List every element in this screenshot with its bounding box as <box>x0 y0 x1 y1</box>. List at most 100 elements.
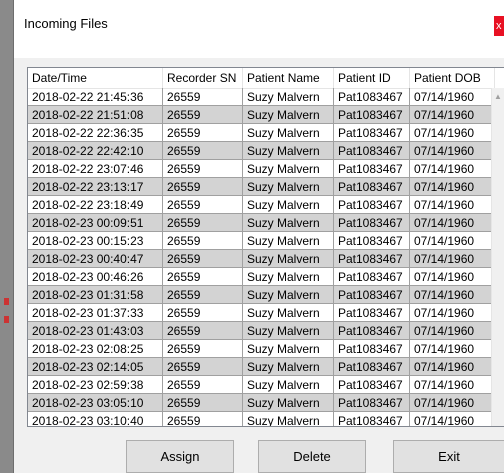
background-marker <box>4 316 9 323</box>
table-cell: 2018-02-23 02:14:05 <box>28 358 163 376</box>
scroll-up-icon[interactable]: ▲ <box>494 92 502 101</box>
table-cell: 2018-02-23 02:59:38 <box>28 376 163 394</box>
table-row[interactable]: 2018-02-23 01:43:03 26559 Suzy Malvern Pat1… <box>28 322 504 340</box>
table-row[interactable]: 2018-02-22 23:07:46 26559 Suzy Malvern Pat1… <box>28 160 504 178</box>
column-header-patient-name[interactable]: Patient Name <box>243 68 334 88</box>
table-row[interactable]: 2018-02-23 00:46:26 26559 Suzy Malvern Pat1… <box>28 268 504 286</box>
table-cell: Suzy Malvern <box>243 412 334 426</box>
table-cell: Suzy Malvern <box>243 322 334 340</box>
table-cell: 07/14/1960 <box>410 322 495 340</box>
table-cell: 07/14/1960 <box>410 286 495 304</box>
table-cell: 07/14/1960 <box>410 340 495 358</box>
table-row[interactable]: 2018-02-22 23:18:49 26559 Suzy Malvern Pat1… <box>28 196 504 214</box>
table-row[interactable]: 2018-02-23 01:37:33 26559 Suzy Malvern Pat1… <box>28 304 504 322</box>
table-cell: 26559 <box>163 340 243 358</box>
table-cell: 2018-02-22 21:45:36 <box>28 88 163 106</box>
table-cell: 26559 <box>163 160 243 178</box>
table-row[interactable]: 2018-02-22 22:42:10 26559 Suzy Malvern Pat1… <box>28 142 504 160</box>
window-title: Incoming Files <box>24 16 108 31</box>
vertical-scrollbar[interactable]: ▲ <box>491 88 504 426</box>
exit-button[interactable]: Exit <box>393 440 504 473</box>
table-cell: 07/14/1960 <box>410 160 495 178</box>
table-cell: Pat1083467 <box>334 124 410 142</box>
table-cell: Pat1083467 <box>334 106 410 124</box>
table-cell: Suzy Malvern <box>243 268 334 286</box>
table-cell: 07/14/1960 <box>410 412 495 426</box>
column-header-patient-dob[interactable]: Patient DOB <box>410 68 495 88</box>
table-cell: 07/14/1960 <box>410 268 495 286</box>
table-cell: Pat1083467 <box>334 88 410 106</box>
table-cell: 2018-02-23 03:05:10 <box>28 394 163 412</box>
table-cell: 2018-02-22 23:18:49 <box>28 196 163 214</box>
table-cell: 2018-02-22 23:07:46 <box>28 160 163 178</box>
table-cell: Pat1083467 <box>334 286 410 304</box>
table-cell: Pat1083467 <box>334 196 410 214</box>
table-row[interactable]: 2018-02-23 00:15:23 26559 Suzy Malvern Pat1… <box>28 232 504 250</box>
table-cell: Suzy Malvern <box>243 106 334 124</box>
table-cell: 2018-02-23 01:43:03 <box>28 322 163 340</box>
table-cell: 2018-02-23 01:37:33 <box>28 304 163 322</box>
table-row[interactable]: 2018-02-23 02:14:05 26559 Suzy Malvern Pat1… <box>28 358 504 376</box>
table-cell: 26559 <box>163 88 243 106</box>
close-icon: x <box>496 20 502 32</box>
table-cell: 26559 <box>163 322 243 340</box>
column-header-date-time[interactable]: Date/Time <box>28 68 163 88</box>
table-cell: 2018-02-22 22:42:10 <box>28 142 163 160</box>
table-cell: 26559 <box>163 124 243 142</box>
table-cell: 07/14/1960 <box>410 196 495 214</box>
background-window-edge <box>0 0 13 473</box>
table-row[interactable]: 2018-02-22 21:51:08 26559 Suzy Malvern Pat1… <box>28 106 504 124</box>
table-row[interactable]: 2018-02-22 21:45:36 26559 Suzy Malvern Pat1… <box>28 88 504 106</box>
delete-button[interactable]: Delete <box>258 440 366 473</box>
close-button[interactable]: x <box>494 16 504 36</box>
table-cell: 26559 <box>163 178 243 196</box>
table-cell: 26559 <box>163 412 243 426</box>
table-cell: 2018-02-23 00:09:51 <box>28 214 163 232</box>
table-row[interactable]: 2018-02-23 00:40:47 26559 Suzy Malvern Pat1… <box>28 250 504 268</box>
table-cell: 07/14/1960 <box>410 376 495 394</box>
table-cell: Suzy Malvern <box>243 142 334 160</box>
table-cell: 2018-02-23 00:15:23 <box>28 232 163 250</box>
table-cell: 2018-02-22 22:36:35 <box>28 124 163 142</box>
table-row[interactable]: 2018-02-23 00:09:51 26559 Suzy Malvern Pat1… <box>28 214 504 232</box>
incoming-files-table[interactable]: Date/Time Recorder SN Patient Name Patie… <box>27 67 504 427</box>
table-cell: Suzy Malvern <box>243 178 334 196</box>
table-cell: 07/14/1960 <box>410 142 495 160</box>
table-cell: 2018-02-23 02:08:25 <box>28 340 163 358</box>
column-header-recorder-sn[interactable]: Recorder SN <box>163 68 243 88</box>
table-cell: Pat1083467 <box>334 232 410 250</box>
table-cell: Pat1083467 <box>334 250 410 268</box>
table-cell: 2018-02-22 21:51:08 <box>28 106 163 124</box>
table-row[interactable]: 2018-02-23 03:05:10 26559 Suzy Malvern Pat1… <box>28 394 504 412</box>
table-row[interactable]: 2018-02-23 01:31:58 26559 Suzy Malvern Pat1… <box>28 286 504 304</box>
table-cell: 26559 <box>163 304 243 322</box>
assign-button[interactable]: Assign <box>126 440 234 473</box>
table-cell: Suzy Malvern <box>243 340 334 358</box>
table-cell: Suzy Malvern <box>243 286 334 304</box>
table-cell: 26559 <box>163 232 243 250</box>
table-row[interactable]: 2018-02-23 02:08:25 26559 Suzy Malvern Pat1… <box>28 340 504 358</box>
table-cell: Pat1083467 <box>334 214 410 232</box>
table-cell: Suzy Malvern <box>243 196 334 214</box>
table-cell: Pat1083467 <box>334 412 410 426</box>
table-row[interactable]: 2018-02-23 02:59:38 26559 Suzy Malvern Pat1… <box>28 376 504 394</box>
table-cell: 26559 <box>163 268 243 286</box>
table-cell: Pat1083467 <box>334 178 410 196</box>
table-cell: Suzy Malvern <box>243 304 334 322</box>
table-cell: Pat1083467 <box>334 322 410 340</box>
table-cell: Pat1083467 <box>334 340 410 358</box>
table-row[interactable]: 2018-02-23 03:10:40 26559 Suzy Malvern Pat1… <box>28 412 504 426</box>
table-cell: 07/14/1960 <box>410 214 495 232</box>
column-header-patient-id[interactable]: Patient ID <box>334 68 410 88</box>
table-row[interactable]: 2018-02-22 22:36:35 26559 Suzy Malvern Pat1… <box>28 124 504 142</box>
table-cell: 26559 <box>163 286 243 304</box>
title-bar: Incoming Files x <box>14 0 504 58</box>
table-cell: 07/14/1960 <box>410 106 495 124</box>
table-cell: Pat1083467 <box>334 376 410 394</box>
table-cell: 26559 <box>163 142 243 160</box>
table-cell: 26559 <box>163 196 243 214</box>
table-row[interactable]: 2018-02-22 23:13:17 26559 Suzy Malvern Pat1… <box>28 178 504 196</box>
table-cell: 07/14/1960 <box>410 88 495 106</box>
table-cell: 07/14/1960 <box>410 232 495 250</box>
table-cell: 26559 <box>163 106 243 124</box>
